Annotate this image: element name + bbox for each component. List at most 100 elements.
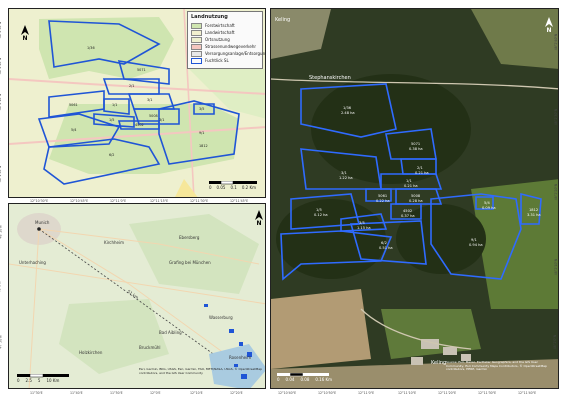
legend-label: Forstwirtschaft	[205, 23, 235, 28]
place-label: Grafing bei München	[169, 260, 211, 265]
parcel-id-label: 5061	[378, 194, 387, 198]
legend-label: Landwirtschaft	[205, 30, 235, 35]
coordinate-label: 12°10'30"E	[30, 199, 49, 203]
coordinate-label: 12°11'30"E	[190, 199, 209, 203]
overview-map[interactable]: Munich Unterhaching Kirchheim Ebersberg Graf…	[8, 203, 266, 389]
scale-tick: 0.04	[285, 377, 295, 382]
parcel-id-label: 3/1	[341, 171, 347, 175]
scale-tick: 5	[37, 378, 41, 383]
coordinate-label: 12°11'0"E	[110, 199, 127, 203]
coordinate-label: 11°50'E	[110, 391, 123, 395]
place-label: Unterhaching	[19, 260, 46, 265]
coordinate-label: 12°20'E	[230, 391, 243, 395]
coordinate-label: 12°10'40"E	[278, 391, 297, 395]
coordinate-label: 48°2'0"N	[0, 131, 1, 145]
parcel-area-label: 0.51 ha	[379, 246, 393, 250]
legend-swatch	[191, 36, 202, 43]
parcel-label: 1/36	[87, 46, 95, 50]
north-label: N	[22, 35, 28, 42]
parcel-area-label: 0.21 ha	[415, 171, 429, 175]
scale-ticks: 0 0.05 0.1 0.2 Km	[209, 185, 257, 190]
place-label: Munich	[35, 220, 50, 225]
coordinate-label: 12°11'0"E	[358, 391, 375, 395]
satellite-map[interactable]: 1/36 2.48 ha 5071 0.38 ha 2/1 0.21 ha 3/1 1.22 …	[270, 8, 559, 389]
coordinate-label: 12°0'E	[150, 391, 161, 395]
coordinate-label: 47°50'N	[0, 335, 3, 349]
parcel-id-label: 1/36	[343, 106, 352, 110]
parcel-label: 2/1	[129, 84, 134, 88]
parcel-id-label: 3/5	[359, 221, 365, 225]
parcel-id-label: 1/5	[316, 208, 322, 212]
parcel-area-label: 0.22 ha	[376, 199, 390, 203]
legend-item: Forstwirtschaft	[191, 22, 259, 29]
parcel-area-label: 2.48 ha	[341, 111, 355, 115]
place-label: Ebersberg	[179, 235, 200, 240]
coordinate-label: 48°2'30"N	[0, 21, 3, 39]
legend-item: Versorgungsanlage/Entsorgung	[191, 50, 265, 57]
legend-item: Fuchtlick SL	[191, 57, 259, 64]
parcel-id-label: 2/1	[417, 166, 423, 170]
legend-label: Ortsnutzung	[205, 37, 230, 42]
scale-bar: 0 0.05 0.1 0.2 Km	[209, 181, 257, 190]
legend-title: Landnutzung	[191, 14, 228, 20]
overview-map-canvas: Munich Unterhaching Kirchheim Ebersberg Graf…	[9, 204, 265, 388]
coordinate-label: 48°0'N	[0, 282, 1, 293]
coordinate-label: 12°11'30"E	[478, 391, 497, 395]
parcel-id-label: 6/2	[381, 241, 387, 245]
scale-tick: 0.16 Km	[315, 377, 333, 382]
parcel-id-label: 9/1	[471, 238, 477, 242]
coordinate-label: 12°11'20"E	[438, 391, 457, 395]
coordinate-label: 12°10'45"E	[70, 199, 89, 203]
scale-bar: 0 2.5 5 10 Km	[17, 374, 69, 383]
parcel-area-label: 0.12 ha	[314, 213, 328, 217]
land-use-map[interactable]: 1/36 5071 2/1 3/1 1/1 5061 5008 1/5 4502 3/5 5/4 6/…	[8, 8, 266, 198]
coordinate-label: 48°2'10"N	[0, 93, 3, 111]
parcel-label: 5061	[69, 103, 78, 107]
place-label: Bruckmühl	[139, 345, 161, 350]
scale-tick: 0.1	[230, 185, 237, 190]
parcel-area-label: 0.21 ha	[404, 184, 418, 188]
coordinate-label: 12°11'15"E	[150, 199, 169, 203]
place-label-bottom: Keling	[431, 360, 446, 366]
north-arrow-icon	[255, 210, 263, 220]
scale-tick: 10 Km	[46, 378, 60, 383]
place-label: Kirchheim	[104, 240, 124, 245]
attribution: Source: Esri, Maxar, Earthstar Geographi…	[446, 360, 547, 372]
legend-item: Landwirtschaft	[191, 29, 259, 36]
parcel-label: 5071	[137, 68, 146, 72]
parcel-label: 1/5	[109, 118, 114, 122]
parcel-area-label: 1.15 ha	[357, 226, 371, 230]
parcel-label: 4502	[135, 123, 144, 127]
coordinate-label: 48°2'20"N	[0, 57, 3, 75]
coordinate-label: 48°2'40"N	[554, 33, 559, 51]
parcel-area-label: 0.28 ha	[409, 199, 423, 203]
parcel-id-label: 5008	[411, 194, 421, 198]
place-label-stephanskirchen: Stephanskirchen	[309, 75, 351, 81]
forest-area	[39, 17, 174, 79]
legend-swatch	[191, 57, 202, 64]
north-arrow-icon	[545, 17, 553, 27]
north-arrow-icon	[21, 25, 29, 35]
coordinate-label: 48°2'30"N	[554, 108, 559, 126]
legend-item: Strassenundwegeverkehr	[191, 43, 259, 50]
legend-swatch	[191, 50, 202, 57]
parcel-label: 3/5	[199, 107, 204, 111]
coordinate-label: 48°10'N	[0, 225, 3, 239]
place-label: Bad Aibling	[159, 330, 182, 335]
scale-tick: 0.2 Km	[241, 185, 256, 190]
coordinate-label: 12°10'50"E	[318, 391, 337, 395]
scale-tick: 0.08	[300, 377, 310, 382]
farmland	[271, 289, 371, 369]
parcel-id-label: 4502	[403, 209, 412, 213]
parcel-area-label: 0.38 ha	[409, 147, 423, 151]
legend-swatch	[191, 22, 202, 29]
north-label: N	[546, 27, 552, 34]
coordinate-label: 12°10'E	[190, 391, 203, 395]
legend-label: Versorgungsanlage/Entsorgung	[205, 51, 266, 56]
scale-tick: 0.05	[216, 185, 226, 190]
munich-marker	[37, 227, 41, 231]
parcel-id-label: 1/1	[406, 179, 412, 183]
parcel-label: 9/1	[199, 131, 204, 135]
parcel-label: 3/1	[147, 98, 152, 102]
legend-item: Ortsnutzung	[191, 36, 259, 43]
